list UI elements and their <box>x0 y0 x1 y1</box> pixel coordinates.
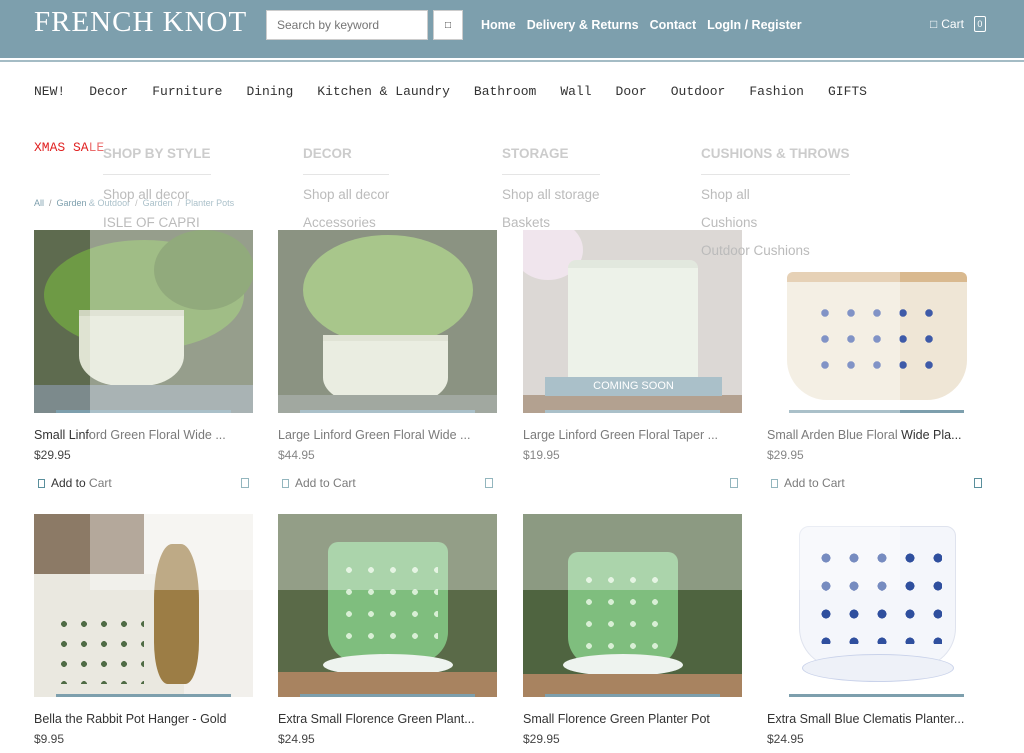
mega-menu-heading[interactable]: SHOP BY STYLE <box>103 140 211 175</box>
mega-menu-column: CUSHIONS & THROWS Shop all Cushions Outd… <box>701 140 850 265</box>
mega-menu-item[interactable]: Outdoor Cushions <box>701 237 850 265</box>
cart-icon: □ <box>930 17 938 31</box>
mega-menu-heading[interactable]: STORAGE <box>502 140 600 175</box>
nav-item-furniture[interactable]: Furniture <box>152 84 222 99</box>
cart-icon <box>38 478 45 488</box>
mega-menu-column: SHOP BY STYLE Shop all decor ISLE OF CAP… <box>103 140 211 237</box>
nav-item-kitchen-laundry[interactable]: Kitchen & Laundry <box>317 84 450 99</box>
nav-item-new[interactable]: NEW! <box>34 84 65 99</box>
nav-item-outdoor[interactable]: Outdoor <box>671 84 726 99</box>
product-price: $9.95 <box>34 732 65 746</box>
nav-item-decor[interactable]: Decor <box>89 84 128 99</box>
top-header-bar: FRENCH KNOT □ Home Delivery & Returns Co… <box>0 0 1024 58</box>
cart-label: Cart <box>941 17 964 31</box>
product-price: $24.95 <box>767 732 804 746</box>
mega-menu-item[interactable]: Shop all decor <box>103 181 211 209</box>
mega-menu-item[interactable]: Accessories <box>303 209 389 237</box>
product-name[interactable]: Extra Small Florence Green Plant... <box>278 712 497 726</box>
product-name[interactable]: Small Florence Green Planter Pot <box>523 712 742 726</box>
product-name[interactable]: Bella the Rabbit Pot Hanger - Gold <box>34 712 253 726</box>
mega-menu-item[interactable]: Shop all storage <box>502 181 600 209</box>
delivery-returns-link[interactable]: Delivery & Returns <box>527 18 639 32</box>
breadcrumb-all[interactable]: All <box>34 198 44 208</box>
contact-link[interactable]: Contact <box>650 18 697 32</box>
login-register-link[interactable]: LogIn / Register <box>707 18 801 32</box>
main-nav: NEW! Decor Furniture Dining Kitchen & La… <box>34 84 867 99</box>
search-button[interactable]: □ <box>433 10 463 40</box>
mega-menu-column: STORAGE Shop all storage Baskets <box>502 140 600 237</box>
mega-menu-item[interactable]: Cushions <box>701 209 850 237</box>
nav-item-bathroom[interactable]: Bathroom <box>474 84 536 99</box>
nav-item-dining[interactable]: Dining <box>246 84 293 99</box>
header-divider <box>0 60 1024 62</box>
nav-item-fashion[interactable]: Fashion <box>749 84 804 99</box>
nav-item-gifts[interactable]: GIFTS <box>828 84 867 99</box>
home-link[interactable]: Home <box>481 18 516 32</box>
mega-menu-item[interactable]: Shop all decor <box>303 181 389 209</box>
top-links: Home Delivery & Returns Contact LogIn / … <box>481 18 802 32</box>
nav-item-door[interactable]: Door <box>616 84 647 99</box>
search-input[interactable] <box>266 10 428 40</box>
cart-button[interactable]: □ Cart 0 <box>930 16 986 32</box>
wishlist-icon[interactable] <box>974 478 982 488</box>
mega-menu-column: DECOR Shop all decor Accessories <box>303 140 390 237</box>
mega-menu-item[interactable]: ISLE OF CAPRI <box>103 209 211 237</box>
mega-menu-heading[interactable]: DECOR <box>303 140 390 175</box>
product-price: $29.95 <box>523 732 560 746</box>
nav-item-wall[interactable]: Wall <box>560 84 591 99</box>
mega-menu-item[interactable]: Baskets <box>502 209 600 237</box>
product-name[interactable]: Extra Small Blue Clematis Planter... <box>767 712 986 726</box>
cart-count-badge: 0 <box>973 16 986 32</box>
mega-menu-heading[interactable]: CUSHIONS & THROWS <box>701 140 850 175</box>
product-price: $24.95 <box>278 732 315 746</box>
mega-menu-item[interactable]: Shop all <box>701 181 850 209</box>
search-icon: □ <box>444 19 452 31</box>
site-logo[interactable]: FRENCH KNOT <box>34 6 247 39</box>
